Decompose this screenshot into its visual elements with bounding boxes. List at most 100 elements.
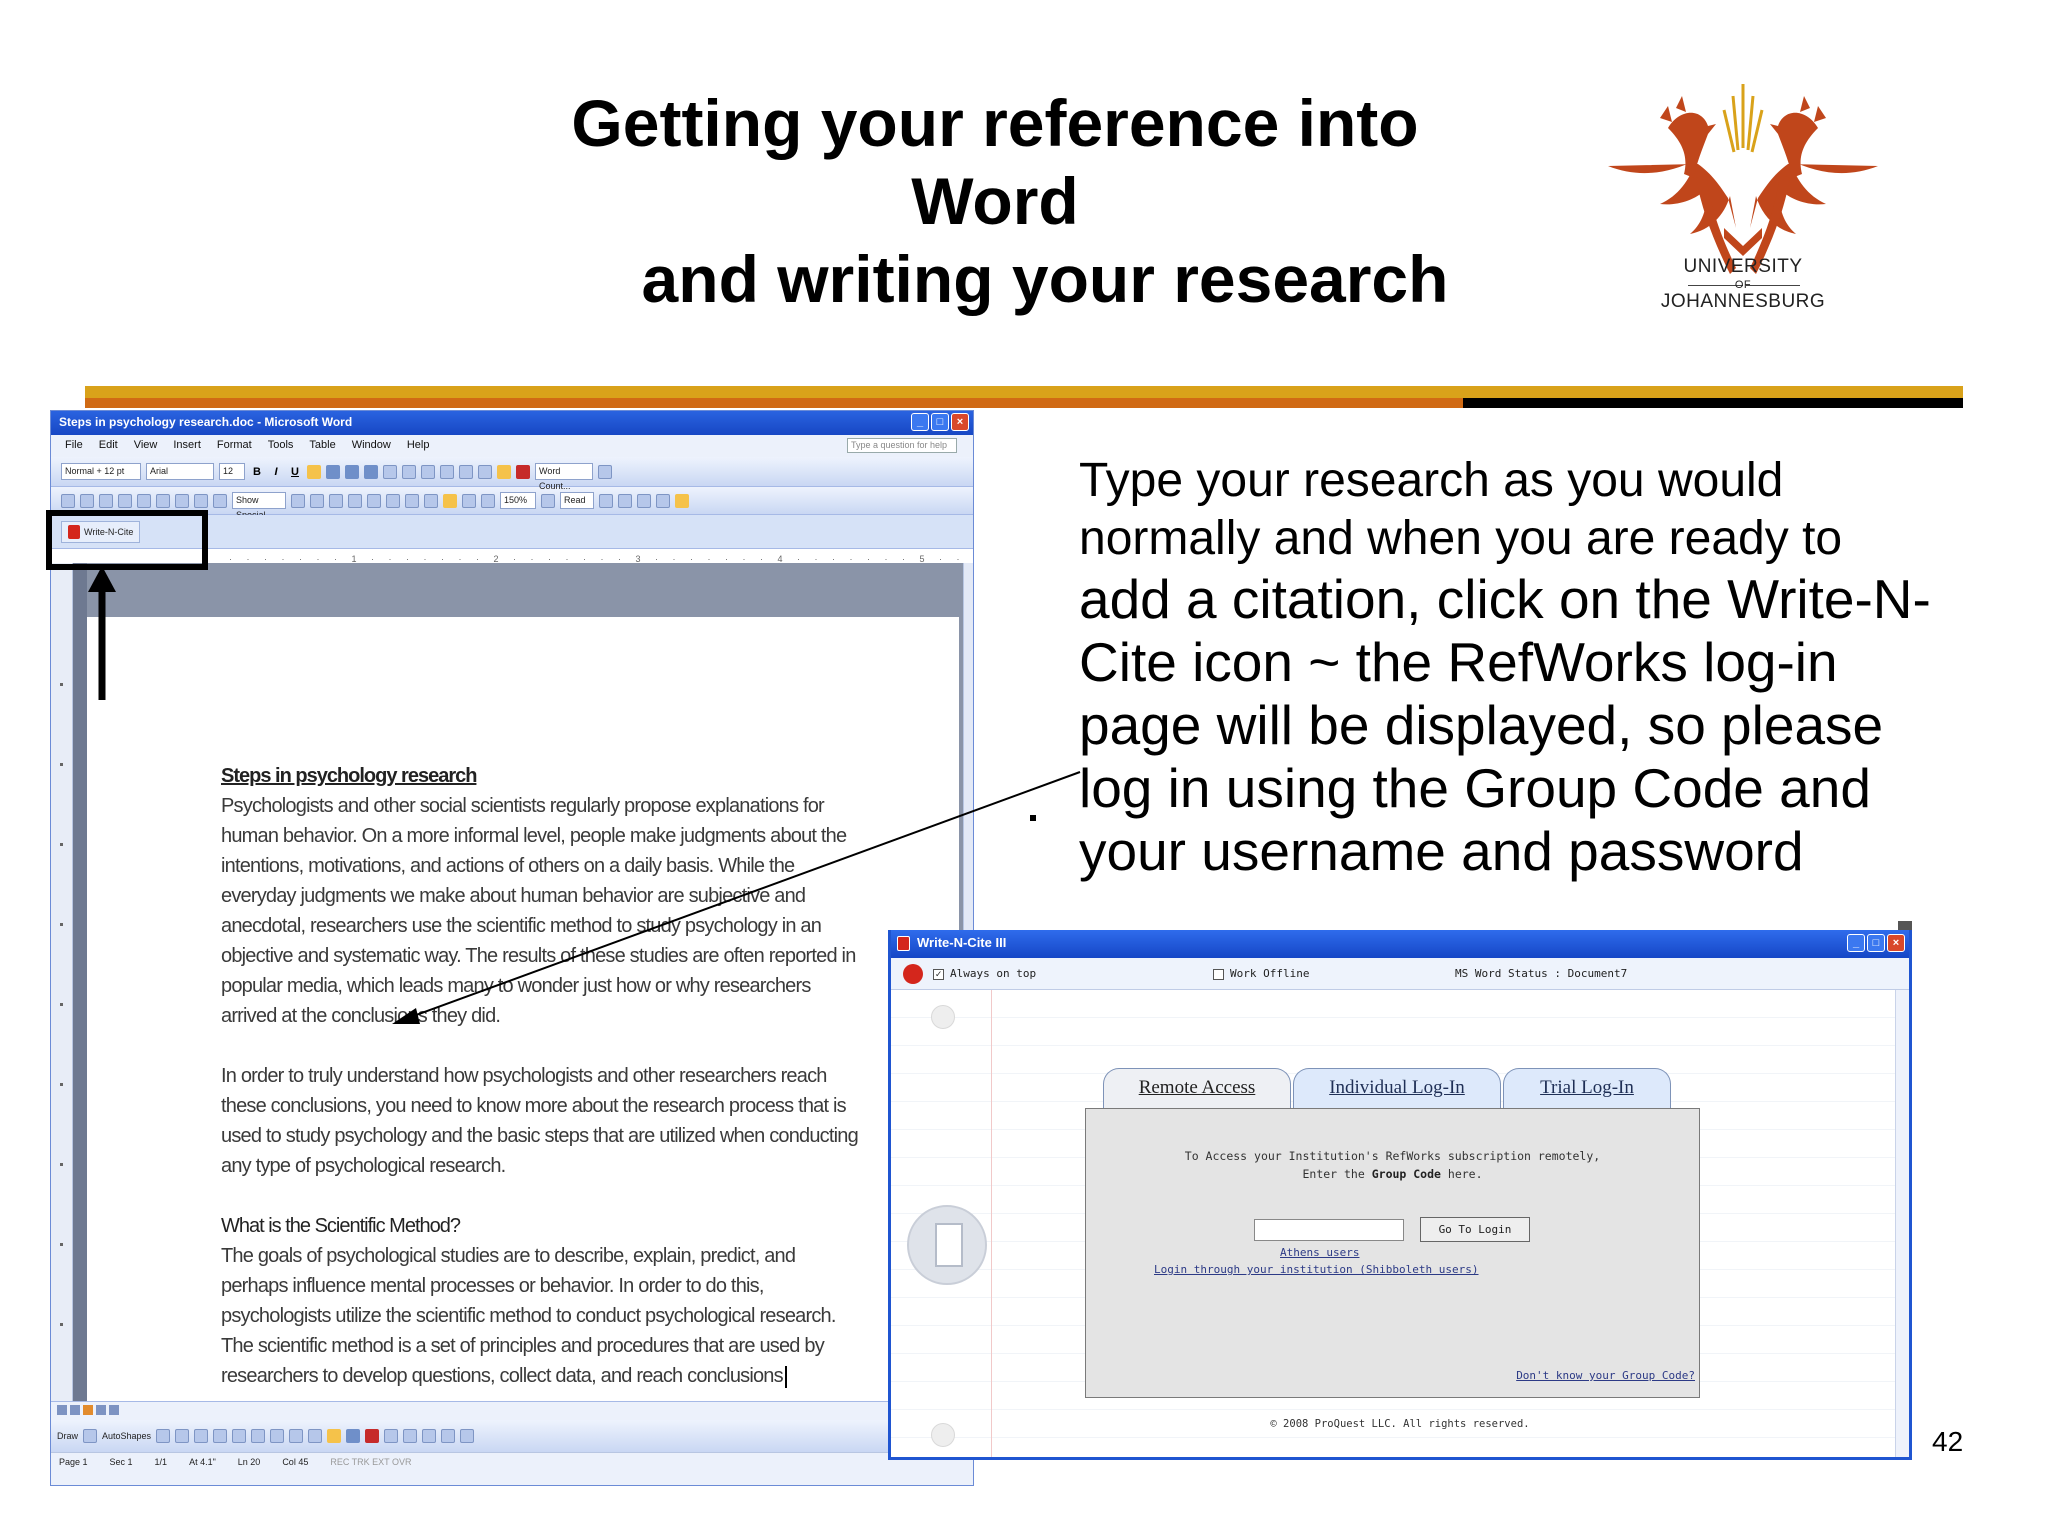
hyperlink-icon[interactable] bbox=[348, 493, 362, 508]
save-icon[interactable] bbox=[99, 493, 113, 508]
toolbar-options-icon[interactable] bbox=[598, 464, 612, 479]
tab-remote-access[interactable]: Remote Access bbox=[1103, 1068, 1291, 1108]
draw-font-color-icon[interactable] bbox=[365, 1429, 380, 1443]
excel-icon[interactable] bbox=[405, 493, 419, 508]
print-icon[interactable] bbox=[156, 493, 170, 508]
reviewing-icon[interactable] bbox=[599, 493, 613, 508]
refworks-icon[interactable] bbox=[903, 964, 923, 984]
clip-art-icon[interactable] bbox=[289, 1429, 304, 1443]
shibboleth-login-link[interactable]: Login through your institution (Shibbole… bbox=[1154, 1263, 1479, 1276]
align-right-icon[interactable] bbox=[345, 464, 359, 479]
menu-edit[interactable]: Edit bbox=[99, 439, 118, 453]
decrease-indent-icon[interactable] bbox=[440, 464, 454, 479]
wordart-icon[interactable] bbox=[251, 1429, 266, 1443]
wnc-maximize-icon[interactable]: □ bbox=[1867, 934, 1885, 952]
envelope-icon[interactable] bbox=[618, 493, 632, 508]
forgot-group-code-link[interactable]: Don't know your Group Code? bbox=[1516, 1369, 1695, 1382]
align-center-icon[interactable] bbox=[326, 464, 340, 479]
line-style-icon[interactable] bbox=[384, 1429, 399, 1443]
increase-indent-icon[interactable] bbox=[459, 464, 473, 479]
dash-style-icon[interactable] bbox=[403, 1429, 418, 1443]
print-layout-icon[interactable] bbox=[83, 1405, 93, 1415]
menu-view[interactable]: View bbox=[134, 439, 158, 453]
zoom-select[interactable]: 150% bbox=[500, 492, 536, 509]
wnc-minimize-icon[interactable]: _ bbox=[1847, 934, 1865, 952]
numbering-icon[interactable] bbox=[402, 464, 416, 479]
read-button[interactable]: Read bbox=[560, 492, 594, 509]
underline-icon[interactable]: U bbox=[288, 465, 302, 479]
close-icon[interactable]: × bbox=[951, 413, 969, 431]
menu-format[interactable]: Format bbox=[217, 439, 252, 453]
drawing-icon[interactable] bbox=[443, 493, 457, 508]
document-map-icon[interactable] bbox=[462, 493, 476, 508]
border-icon[interactable] bbox=[478, 464, 492, 479]
bullets-icon[interactable] bbox=[421, 464, 435, 479]
text-box-icon[interactable] bbox=[232, 1429, 247, 1443]
group-code-input[interactable] bbox=[1254, 1219, 1404, 1241]
vertical-ruler[interactable] bbox=[51, 563, 73, 1403]
minimize-icon[interactable]: _ bbox=[911, 413, 929, 431]
autoshapes-menu[interactable]: AutoShapes bbox=[102, 1431, 151, 1441]
spelling-icon[interactable] bbox=[194, 493, 208, 508]
tab-individual-log-in[interactable]: Individual Log-In bbox=[1293, 1068, 1501, 1108]
outline-view-icon[interactable] bbox=[96, 1405, 106, 1415]
tab-trial-log-in[interactable]: Trial Log-In bbox=[1503, 1068, 1671, 1108]
field-icon[interactable] bbox=[656, 493, 670, 508]
go-to-login-button[interactable]: Go To Login bbox=[1420, 1217, 1530, 1242]
bold-icon[interactable]: B bbox=[250, 465, 264, 479]
menu-tools[interactable]: Tools bbox=[268, 439, 294, 453]
font-select[interactable]: Arial bbox=[146, 463, 214, 480]
insert-table-icon[interactable] bbox=[386, 493, 400, 508]
web-view-icon[interactable] bbox=[70, 1405, 80, 1415]
italic-icon[interactable]: I bbox=[269, 465, 283, 479]
wnc-scrollbar[interactable] bbox=[1895, 990, 1909, 1457]
work-offline-checkbox[interactable] bbox=[1213, 968, 1224, 980]
align-left-icon[interactable] bbox=[307, 464, 321, 479]
menu-file[interactable]: File bbox=[65, 439, 83, 453]
menu-help[interactable]: Help bbox=[407, 439, 430, 453]
arrow-style-icon[interactable] bbox=[422, 1429, 437, 1443]
menu-insert[interactable]: Insert bbox=[173, 439, 201, 453]
arrow-tool-icon[interactable] bbox=[175, 1429, 190, 1443]
reading-view-icon[interactable] bbox=[109, 1405, 119, 1415]
word-count-button[interactable]: Word Count... bbox=[535, 463, 593, 491]
undo-icon[interactable] bbox=[310, 493, 324, 508]
picture-icon[interactable] bbox=[308, 1429, 323, 1443]
always-on-top-checkbox[interactable]: ✓ bbox=[933, 968, 944, 980]
athens-users-link[interactable]: Athens users bbox=[1280, 1246, 1359, 1259]
new-document-icon[interactable] bbox=[61, 493, 75, 508]
menu-table[interactable]: Table bbox=[309, 439, 335, 453]
menu-window[interactable]: Window bbox=[352, 439, 391, 453]
highlight-icon[interactable] bbox=[497, 464, 511, 479]
line-color-icon[interactable] bbox=[346, 1429, 361, 1443]
open-icon[interactable] bbox=[80, 493, 94, 508]
3d-style-icon[interactable] bbox=[460, 1429, 475, 1443]
rectangle-tool-icon[interactable] bbox=[194, 1429, 209, 1443]
table-grid-icon[interactable] bbox=[637, 493, 651, 508]
work-offline-option[interactable]: Work Offline bbox=[1213, 967, 1309, 980]
shadow-icon[interactable] bbox=[441, 1429, 456, 1443]
line-spacing-icon[interactable] bbox=[383, 464, 397, 479]
help-icon[interactable] bbox=[541, 493, 555, 508]
oval-tool-icon[interactable] bbox=[213, 1429, 228, 1443]
always-on-top-option[interactable]: ✓ Always on top bbox=[933, 967, 1036, 980]
refworks-toolbar-icon[interactable] bbox=[675, 493, 689, 508]
redo-icon[interactable] bbox=[329, 493, 343, 508]
format-painter-icon[interactable] bbox=[291, 493, 305, 508]
font-size-select[interactable]: 12 bbox=[219, 463, 245, 480]
fill-color-icon[interactable] bbox=[327, 1429, 342, 1443]
permission-icon[interactable] bbox=[118, 493, 132, 508]
normal-view-icon[interactable] bbox=[57, 1405, 67, 1415]
columns-icon[interactable] bbox=[424, 493, 438, 508]
email-icon[interactable] bbox=[137, 493, 151, 508]
maximize-icon[interactable]: □ bbox=[931, 413, 949, 431]
font-color-icon[interactable] bbox=[516, 464, 530, 479]
show-hide-icon[interactable] bbox=[481, 493, 495, 508]
line-tool-icon[interactable] bbox=[156, 1429, 171, 1443]
research-icon[interactable] bbox=[213, 493, 227, 508]
document-body[interactable]: Steps in psychology research Psychologis… bbox=[221, 761, 861, 1391]
draw-menu[interactable]: Draw bbox=[57, 1431, 78, 1441]
help-search-input[interactable]: Type a question for help bbox=[847, 438, 957, 453]
print-preview-icon[interactable] bbox=[175, 493, 189, 508]
show-special-button[interactable]: Show Special... bbox=[232, 492, 286, 520]
